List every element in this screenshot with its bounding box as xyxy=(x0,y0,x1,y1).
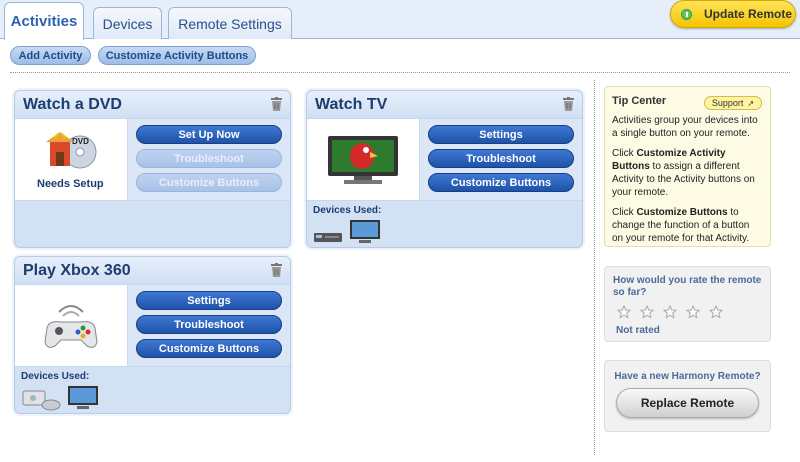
activity-buttons: Settings Troubleshoot Customize Buttons xyxy=(127,285,290,366)
support-button[interactable]: Support ↗ xyxy=(704,96,762,110)
activity-buttons: Set Up Now Troubleshoot Customize Button… xyxy=(127,119,290,200)
rating-stars xyxy=(613,305,762,319)
activity-title: Play Xbox 360 xyxy=(23,261,131,279)
device-icons xyxy=(21,385,284,411)
activity-image: DVD Needs Setup xyxy=(15,119,127,200)
devices-used: Devices Used: xyxy=(15,367,290,413)
svg-text:DVD: DVD xyxy=(72,137,89,146)
activity-header: Watch a DVD xyxy=(15,91,290,118)
game-controller-icon xyxy=(44,304,98,348)
set-up-now-button[interactable]: Set Up Now xyxy=(136,125,282,144)
trash-icon[interactable] xyxy=(563,97,574,111)
activity-card-watch-dvd: Watch a DVD DVD Needs Setup Set Up Now T… xyxy=(14,90,291,248)
tv-icon xyxy=(350,220,380,243)
update-remote-button[interactable]: Update Remote xyxy=(670,0,796,28)
star-icon[interactable] xyxy=(686,305,700,319)
activity-card-play-xbox: Play Xbox 360 Settings Troubleshoot Cust… xyxy=(14,256,291,414)
activity-card-watch-tv: Watch TV Settings Troubleshoot Customize… xyxy=(306,90,583,248)
rating-status: Not rated xyxy=(616,325,660,336)
star-icon[interactable] xyxy=(663,305,677,319)
customize-buttons-button[interactable]: Customize Buttons xyxy=(136,339,282,358)
tip-text: Click xyxy=(612,148,637,159)
trash-icon[interactable] xyxy=(271,97,282,111)
replace-question: Have a new Harmony Remote? xyxy=(614,371,761,382)
tip-paragraph: Click Customize Buttons to change the fu… xyxy=(612,206,763,245)
activity-body: DVD Needs Setup Set Up Now Troubleshoot … xyxy=(15,118,290,201)
tip-paragraph: Activities group your devices into a sin… xyxy=(612,115,758,139)
activity-image xyxy=(307,119,419,200)
troubleshoot-button[interactable]: Troubleshoot xyxy=(136,315,282,334)
tip-emphasis: Customize Buttons xyxy=(636,207,728,218)
settings-button[interactable]: Settings xyxy=(136,291,282,310)
troubleshoot-button: Troubleshoot xyxy=(136,149,282,168)
devices-used-label: Devices Used: xyxy=(21,371,90,382)
replace-remote-button[interactable]: Replace Remote xyxy=(616,388,759,418)
external-link-icon: ↗ xyxy=(747,98,755,108)
rating-question: How would you rate the remote so far? xyxy=(613,275,762,298)
tip-paragraph: Click Customize Activity Buttons to assi… xyxy=(612,147,763,199)
star-icon[interactable] xyxy=(709,305,723,319)
update-remote-label: Update Remote xyxy=(704,7,793,21)
activity-header: Watch TV xyxy=(307,91,582,118)
activity-title: Watch TV xyxy=(315,95,388,113)
tip-center-panel: Tip Center Support ↗ Activities group yo… xyxy=(604,86,771,247)
customize-activity-buttons-button[interactable]: Customize Activity Buttons xyxy=(98,46,256,65)
device-icons xyxy=(313,219,576,245)
rating-panel: How would you rate the remote so far? No… xyxy=(604,266,771,342)
activity-header: Play Xbox 360 xyxy=(15,257,290,284)
star-icon[interactable] xyxy=(640,305,654,319)
console-icon xyxy=(22,390,61,411)
activity-title: Watch a DVD xyxy=(23,95,122,113)
customize-buttons-button[interactable]: Customize Buttons xyxy=(428,173,574,192)
troubleshoot-button[interactable]: Troubleshoot xyxy=(428,149,574,168)
customize-buttons-button: Customize Buttons xyxy=(136,173,282,192)
cable-box-icon xyxy=(314,233,342,242)
activity-buttons: Settings Troubleshoot Customize Buttons xyxy=(419,119,582,200)
tab-remote-settings[interactable]: Remote Settings xyxy=(168,7,292,39)
tv-parrot-icon xyxy=(328,135,398,184)
activity-body: Settings Troubleshoot Customize Buttons xyxy=(307,118,582,201)
devices-used: Devices Used: xyxy=(307,201,582,247)
replace-remote-panel: Have a new Harmony Remote? Replace Remot… xyxy=(604,360,771,432)
activity-body: Settings Troubleshoot Customize Buttons xyxy=(15,284,290,367)
activity-image xyxy=(15,285,127,366)
needs-setup-label: Needs Setup xyxy=(37,178,104,190)
support-label: Support xyxy=(711,98,744,108)
divider xyxy=(10,72,790,73)
add-activity-button[interactable]: Add Activity xyxy=(10,46,91,65)
vertical-divider xyxy=(594,80,595,455)
star-icon[interactable] xyxy=(617,305,631,319)
tab-devices[interactable]: Devices xyxy=(93,7,162,39)
tip-text: Click xyxy=(612,207,637,218)
trash-icon[interactable] xyxy=(271,263,282,277)
devices-used-label: Devices Used: xyxy=(313,205,382,216)
settings-button[interactable]: Settings xyxy=(428,125,574,144)
tv-icon xyxy=(68,386,98,409)
power-icon xyxy=(681,8,692,20)
tab-activities[interactable]: Activities xyxy=(4,2,84,40)
